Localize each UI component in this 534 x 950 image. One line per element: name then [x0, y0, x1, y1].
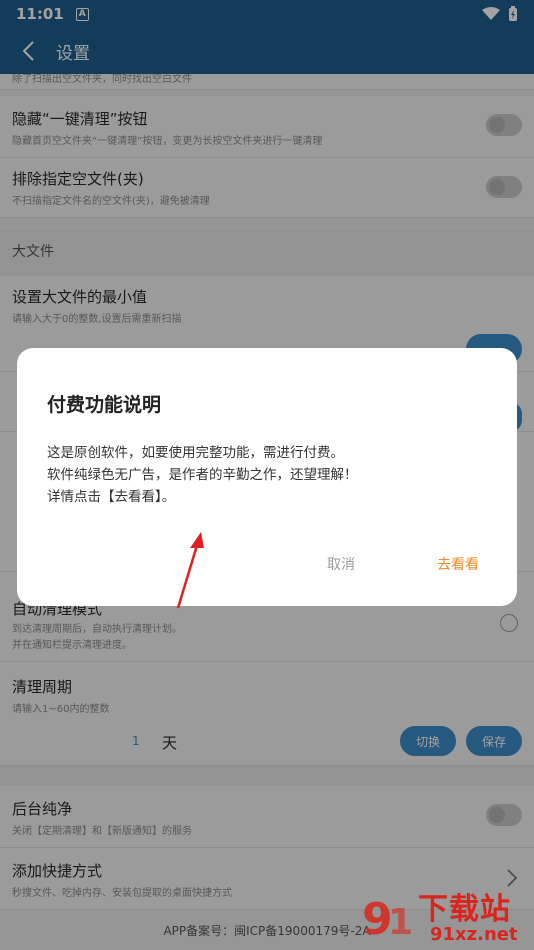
svg-text:1: 1 [388, 902, 413, 943]
dialog-title: 付费功能说明 [47, 394, 162, 416]
dialog-body: 这是原创软件，如要使用完整功能，需进行付费。 软件纯绿色无广告，是作者的辛勤之作… [47, 442, 358, 508]
cancel-button[interactable]: 取消 [327, 554, 355, 574]
watermark: 9 1 下载站 91xz.net [360, 880, 534, 950]
dialog-body-line: 这是原创软件，如要使用完整功能，需进行付费。 [47, 445, 344, 461]
watermark-url: 91xz.net [430, 924, 518, 945]
paid-feature-dialog: 付费功能说明 这是原创软件，如要使用完整功能，需进行付费。 软件纯绿色无广告，是… [17, 348, 517, 606]
dialog-body-line: 软件纯绿色无广告，是作者的辛勤之作，还望理解！ [47, 467, 358, 483]
watermark-text: 下载站 [418, 892, 511, 927]
annotation-arrow-icon [176, 532, 204, 609]
watermark-logo-icon: 9 1 [362, 894, 413, 944]
go-see-button[interactable]: 去看看 [437, 554, 479, 574]
dialog-body-line: 详情点击【去看看】。 [47, 489, 176, 505]
